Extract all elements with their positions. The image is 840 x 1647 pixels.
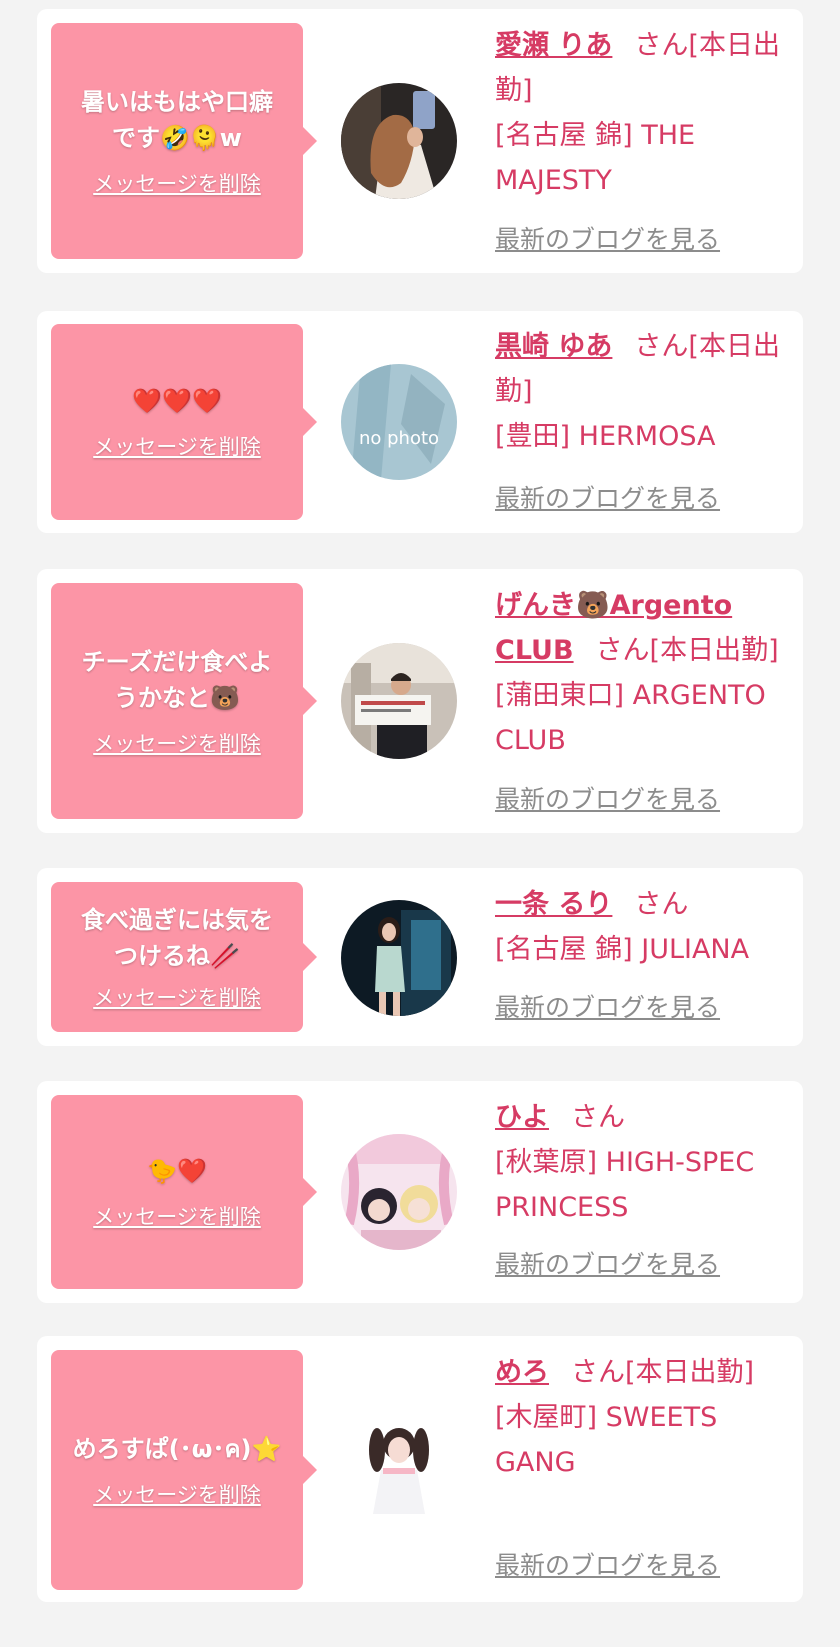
message-list: 暑いはもはや口癖 です🤣🫠w メッセージを削除 愛瀬 りあ さん[本日出勤] [名…	[0, 0, 840, 1647]
latest-blog-link[interactable]: 最新のブログを見る	[495, 483, 720, 515]
no-photo-placeholder-icon: no photo	[341, 364, 457, 480]
message-bubble: ❤️❤️❤️ メッセージを削除	[51, 324, 317, 520]
girl-info: ひよ さん [秋葉原] HIGH-SPEC PRINCESS	[495, 1095, 795, 1230]
photo-man-holding-sign-icon	[341, 643, 457, 759]
message-card: 食べ過ぎには気を つけるね🥢 メッセージを削除 一条 るり さん [名古屋 錦] …	[37, 868, 803, 1046]
shop-text: [蒲田東口] ARGENTO CLUB	[495, 680, 766, 756]
girl-name-link[interactable]: 黒崎 ゆあ	[495, 331, 612, 362]
photo-woman-mirror-selfie-icon	[341, 83, 457, 199]
photo-girl-twintails-icon	[341, 1410, 457, 1526]
message-card: ❤️❤️❤️ メッセージを削除 no photo 黒崎 ゆあ さん[本日出勤] […	[37, 311, 803, 533]
message-bubble: 食べ過ぎには気を つけるね🥢 メッセージを削除	[51, 882, 317, 1032]
girl-info: めろ さん[本日出勤] [木屋町] SWEETS GANG	[495, 1350, 795, 1485]
message-bubble: 🐤❤️ メッセージを削除	[51, 1095, 317, 1289]
latest-blog-link[interactable]: 最新のブログを見る	[495, 224, 720, 256]
message-text: 食べ過ぎには気を つけるね🥢	[81, 906, 273, 970]
shop-text: [豊田] HERMOSA	[495, 421, 716, 452]
photo-two-girls-pink-icon	[341, 1134, 457, 1250]
shop-text: [名古屋 錦] JULIANA	[495, 934, 750, 965]
girl-info: 黒崎 ゆあ さん[本日出勤] [豊田] HERMOSA	[495, 324, 795, 459]
latest-blog-link[interactable]: 最新のブログを見る	[495, 1550, 720, 1582]
latest-blog-link[interactable]: 最新のブログを見る	[495, 1249, 720, 1281]
avatar[interactable]	[341, 643, 457, 759]
message-bubble: 暑いはもはや口癖 です🤣🫠w メッセージを削除	[51, 23, 317, 259]
message-card: めろすぱ(･ω･ค)⭐ メッセージを削除 めろ さん[本日出勤] [木屋町] SW…	[37, 1336, 803, 1602]
shop-text: [名古屋 錦] THE MAJESTY	[495, 120, 696, 196]
shop-text: [秋葉原] HIGH-SPEC PRINCESS	[495, 1147, 755, 1223]
delete-message-link[interactable]: メッセージを削除	[93, 984, 261, 1012]
latest-blog-link[interactable]: 最新のブログを見る	[495, 784, 720, 816]
message-text: チーズだけ食べよ うかなと🐻	[81, 648, 273, 712]
message-bubble: チーズだけ食べよ うかなと🐻 メッセージを削除	[51, 583, 317, 819]
avatar[interactable]	[341, 1410, 457, 1526]
status-text: さん[本日出勤]	[571, 1357, 755, 1388]
shop-text: [木屋町] SWEETS GANG	[495, 1402, 718, 1478]
no-photo-text: no photo	[359, 428, 439, 449]
message-card: 🐤❤️ メッセージを削除 ひよ さん [秋葉原] HIGH-SPEC PRINCE…	[37, 1081, 803, 1303]
girl-name-link[interactable]: 一条 るり	[495, 889, 612, 920]
status-text: さん	[634, 889, 689, 920]
girl-name-link[interactable]: ひよ	[495, 1102, 549, 1133]
delete-message-link[interactable]: メッセージを削除	[93, 730, 261, 758]
girl-name-link[interactable]: めろ	[495, 1357, 549, 1388]
status-text: さん[本日出勤]	[595, 635, 779, 666]
latest-blog-link[interactable]: 最新のブログを見る	[495, 992, 720, 1024]
girl-name-link[interactable]: 愛瀬 りあ	[495, 30, 612, 61]
delete-message-link[interactable]: メッセージを削除	[93, 170, 261, 198]
status-text: さん	[571, 1102, 625, 1133]
avatar[interactable]: no photo	[341, 364, 457, 480]
avatar[interactable]	[341, 83, 457, 199]
message-text: ❤️❤️❤️	[132, 387, 222, 415]
girl-info: げんき🐻Argento CLUB さん[本日出勤] [蒲田東口] ARGENTO …	[495, 583, 795, 763]
girl-info: 一条 るり さん [名古屋 錦] JULIANA	[495, 882, 795, 972]
message-card: 暑いはもはや口癖 です🤣🫠w メッセージを削除 愛瀬 りあ さん[本日出勤] [名…	[37, 9, 803, 273]
message-card: チーズだけ食べよ うかなと🐻 メッセージを削除 げんき🐻Argento CLUB…	[37, 569, 803, 833]
message-text: 暑いはもはや口癖 です🤣🫠w	[81, 88, 273, 152]
message-text: めろすぱ(･ω･ค)⭐	[72, 1435, 282, 1463]
message-bubble: めろすぱ(･ω･ค)⭐ メッセージを削除	[51, 1350, 317, 1590]
delete-message-link[interactable]: メッセージを削除	[93, 433, 261, 461]
girl-info: 愛瀬 りあ さん[本日出勤] [名古屋 錦] THE MAJESTY	[495, 23, 795, 203]
avatar[interactable]	[341, 1134, 457, 1250]
message-text: 🐤❤️	[147, 1157, 207, 1185]
delete-message-link[interactable]: メッセージを削除	[93, 1203, 261, 1231]
photo-woman-dress-icon	[341, 900, 457, 1016]
delete-message-link[interactable]: メッセージを削除	[93, 1481, 261, 1509]
avatar[interactable]	[341, 900, 457, 1016]
